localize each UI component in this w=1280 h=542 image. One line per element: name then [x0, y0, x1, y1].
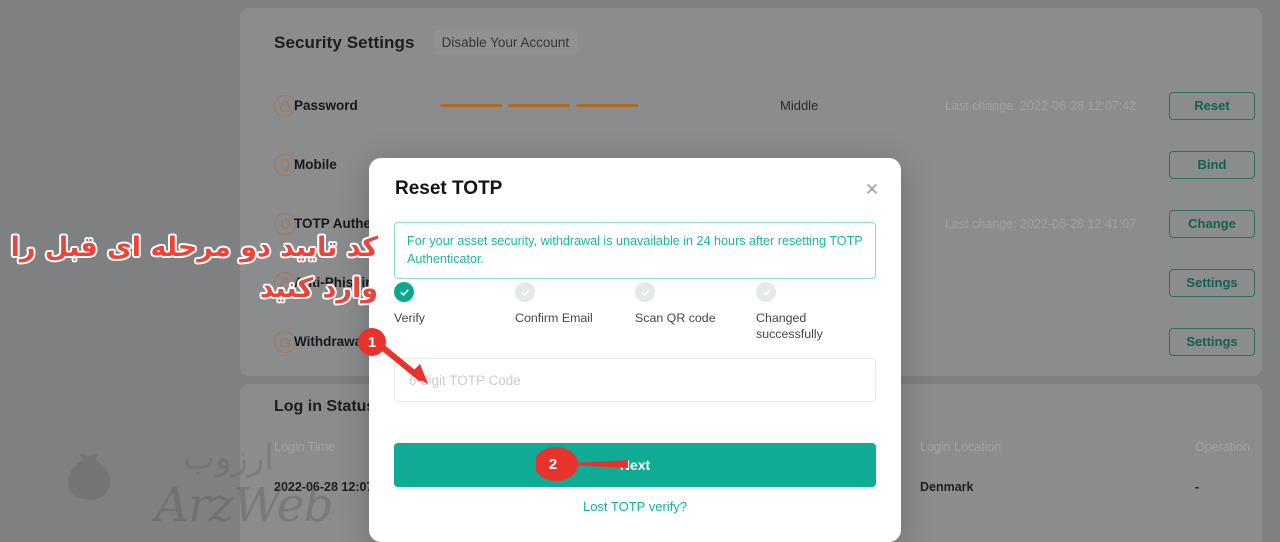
close-icon[interactable]: ✕ [863, 180, 881, 198]
dialog-title: Reset TOTP [395, 178, 503, 199]
step-changed-successfully: Changed successfully [756, 282, 876, 342]
check-icon [515, 282, 535, 302]
step-verify: Verify [394, 282, 514, 327]
marker-number: 2 [539, 450, 567, 478]
check-icon [635, 282, 655, 302]
annotation-note-fa: کد تایید دو مرحله ای قبل را وارد کنید [10, 232, 378, 304]
step-label: Confirm Email [515, 311, 593, 325]
step-label: Changed successfully [756, 311, 823, 341]
screen: Security Settings Disable Your Account P… [0, 0, 1280, 542]
step-confirm-email: Confirm Email [515, 282, 635, 327]
step-label: Verify [394, 311, 425, 325]
marker-number: 1 [358, 328, 386, 356]
step-scan-qr: Scan QR code [635, 282, 755, 327]
check-icon [394, 282, 414, 302]
annotation-marker-2: 2 [536, 444, 656, 484]
step-label: Scan QR code [635, 311, 716, 325]
lost-totp-verify-link[interactable]: Lost TOTP verify? [369, 499, 901, 514]
annotation-marker-1: 1 [358, 328, 468, 388]
check-icon [756, 282, 776, 302]
security-notice: For your asset security, withdrawal is u… [394, 222, 876, 279]
